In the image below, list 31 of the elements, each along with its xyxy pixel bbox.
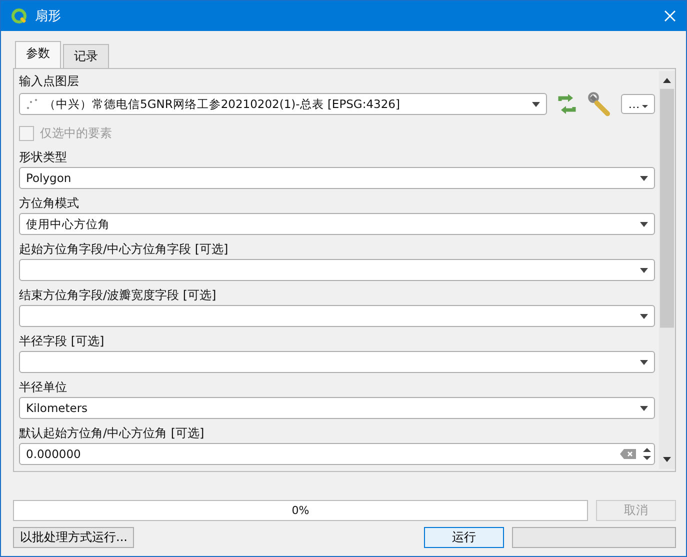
dialog-button[interactable] — [512, 527, 676, 548]
app-logo-icon — [11, 8, 27, 24]
batch-run-button[interactable]: 以批处理方式运行... — [13, 527, 134, 548]
dropdown[interactable]: Kilometers — [19, 397, 655, 419]
clear-icon[interactable] — [620, 449, 636, 459]
field-label: 起始方位角字段/中心方位角字段 [可选] — [19, 241, 230, 258]
dropdown[interactable] — [19, 305, 655, 327]
spin-arrows-icon[interactable] — [642, 446, 652, 462]
more-options-button[interactable]: … — [621, 94, 655, 114]
field-label: 输入点图层 — [19, 73, 80, 90]
dropdown[interactable]: Polygon — [19, 167, 655, 189]
field-label: 结束方位角字段/波瓣宽度字段 [可选] — [19, 287, 218, 304]
field-label: 半径字段 [可选] — [19, 333, 106, 350]
checkbox-label: 仅选中的要素 — [40, 125, 112, 142]
field-label: 默认起始方位角/中心方位角 [可选] — [19, 425, 206, 442]
layer-dropdown[interactable]: （中兴）常德电信5GNR网络工参20210202(1)-总表 [EPSG:4326] — [19, 93, 547, 115]
scrollbar-drawing[interactable] — [659, 71, 675, 469]
dropdown[interactable] — [19, 259, 655, 281]
run-button[interactable]: 运行 — [424, 527, 504, 548]
field-label: 半径单位 — [19, 379, 68, 396]
dropdown[interactable]: 使用中心方位角 — [19, 213, 655, 235]
tab[interactable]: 记录 — [63, 44, 109, 68]
tab[interactable]: 参数 — [15, 41, 61, 68]
progress-text: 0% — [292, 504, 310, 517]
dropdown[interactable] — [19, 351, 655, 373]
number-input[interactable]: 0.000000 — [19, 443, 655, 465]
point-layer-icon — [26, 98, 38, 110]
field-label: 形状类型 — [19, 149, 68, 166]
field-label: 方位角模式 — [19, 195, 80, 212]
close-icon[interactable] — [664, 10, 676, 22]
window-title: 扇形 — [35, 8, 62, 25]
